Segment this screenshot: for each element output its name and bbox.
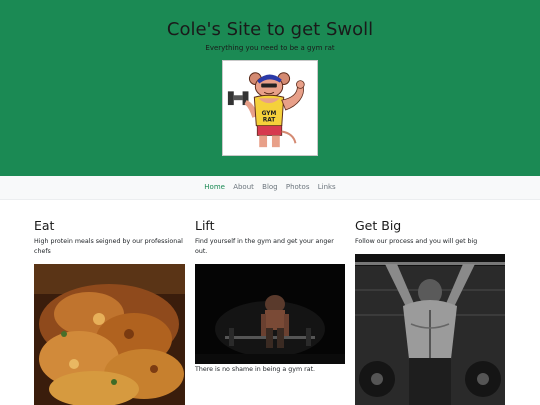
nav-link-links[interactable]: Links [318, 183, 336, 191]
eat-heading: Eat [34, 218, 55, 233]
gym-rat-logo: GYM RAT [222, 60, 318, 156]
site-title: Cole's Site to get Swoll [166, 19, 374, 40]
eat-column: Eat High protein meals seigned by our pr… [34, 219, 186, 257]
lift-text: Find yourself in the gym and get your an… [195, 238, 334, 255]
site-subtitle: Everything you need to be a gym rat [205, 44, 335, 52]
svg-text:RAT: RAT [263, 118, 276, 124]
roast-chicken-photo [34, 264, 185, 405]
get-big-column: Get Big Follow our process and you will … [355, 219, 507, 247]
svg-text:GYM: GYM [262, 111, 277, 117]
hero-banner: Cole's Site to get Swoll Everything you … [0, 0, 540, 176]
nav-link-photos[interactable]: Photos [286, 183, 310, 191]
pullup-back-photo [355, 254, 505, 405]
eat-text: High protein meals seigned by our profes… [34, 238, 183, 255]
lift-caption: There is no shame in being a gym rat. [195, 366, 316, 373]
gym-rat-logo-icon: GYM RAT [227, 72, 305, 148]
lift-heading: Lift [195, 218, 215, 233]
nav-links: Home About Blog Photos Links [0, 183, 540, 191]
get-big-text: Follow our process and you will get big [355, 238, 478, 245]
deadlift-gym-photo [195, 264, 345, 364]
nav-link-blog[interactable]: Blog [262, 183, 277, 191]
nav-link-home[interactable]: Home [204, 183, 225, 191]
top-nav: Home About Blog Photos Links [0, 176, 540, 200]
lift-column: Lift Find yourself in the gym and get yo… [195, 219, 347, 257]
nav-link-about[interactable]: About [233, 183, 254, 191]
get-big-heading: Get Big [355, 218, 402, 233]
